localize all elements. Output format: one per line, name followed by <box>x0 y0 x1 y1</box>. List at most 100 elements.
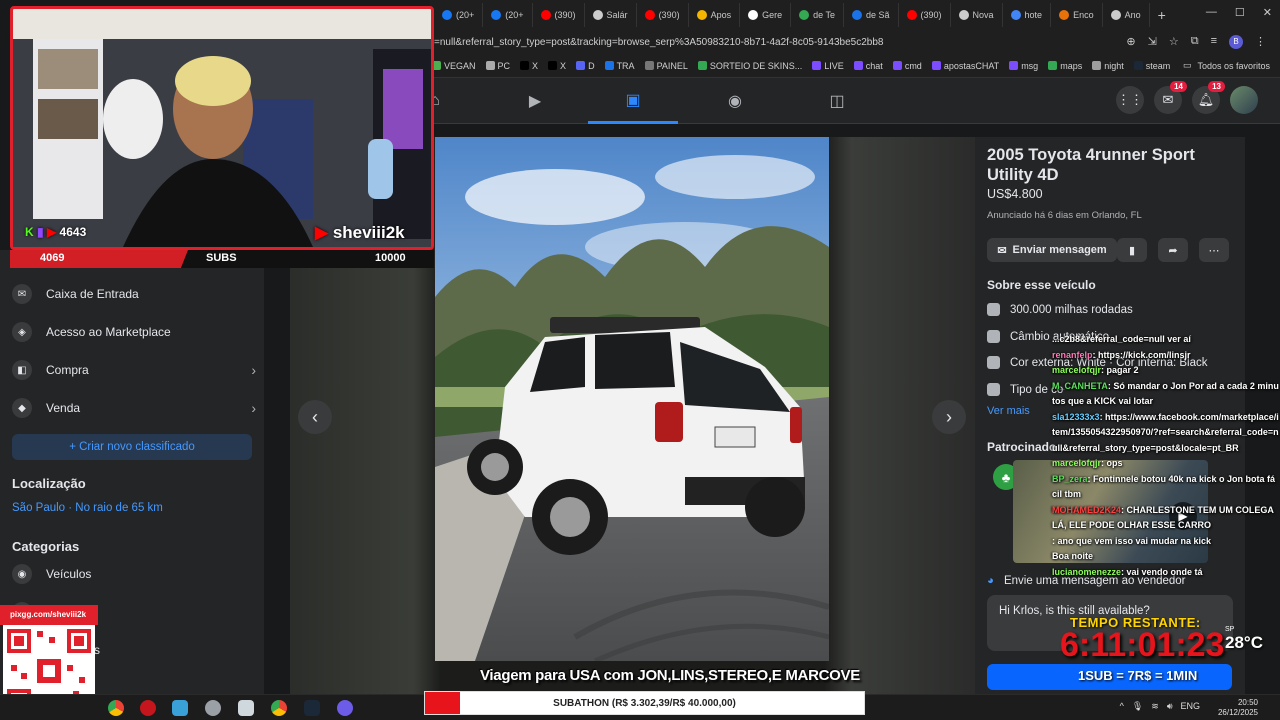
sidebar-item[interactable]: ✉ Caixa de Entrada <box>12 279 256 309</box>
category-item[interactable]: ◉ Veículos <box>12 559 256 589</box>
opera-icon[interactable] <box>140 700 156 716</box>
bookmark-favicon-icon <box>1009 61 1019 70</box>
browser-tab[interactable]: Enco <box>1051 3 1103 27</box>
reading-list-icon[interactable]: ≡ <box>1211 35 1217 49</box>
zoom-icon[interactable]: ⊕ <box>1126 35 1135 49</box>
save-listing-button[interactable]: ▮ <box>1117 238 1147 262</box>
bookmark-item[interactable]: cmd <box>892 61 922 71</box>
all-bookmarks-label: Todos os favoritos <box>1197 60 1270 71</box>
browser-tab[interactable]: Salár <box>585 3 637 27</box>
browser-tab[interactable]: (20+ <box>483 3 533 27</box>
sidebar-item[interactable]: ◈ Acesso ao Marketplace <box>12 317 256 347</box>
create-listing-button[interactable]: + Criar novo classificado <box>12 434 252 460</box>
bookmark-item[interactable]: msg <box>1009 61 1038 71</box>
listing-photo[interactable] <box>435 137 829 661</box>
files-app-icon[interactable] <box>172 700 188 716</box>
browser-tab[interactable]: Gere <box>740 3 792 27</box>
explorer-icon[interactable] <box>238 700 254 716</box>
browser-tab[interactable]: de Te <box>791 3 844 27</box>
minimize-icon[interactable]: — <box>1206 6 1217 19</box>
tab-favicon-icon <box>851 10 862 20</box>
browser-tab[interactable]: (390) <box>637 3 689 27</box>
groups-nav-icon[interactable]: ◉ <box>690 78 780 124</box>
tray-chevron-icon[interactable]: ^ <box>1120 701 1124 712</box>
chat-text: : vai vendo onde tá <box>1121 566 1203 577</box>
bookmark-item[interactable]: apostasCHAT <box>931 61 999 71</box>
bookmark-item[interactable]: TRA <box>604 61 635 71</box>
tab-label: (20+ <box>456 10 475 20</box>
next-image-button[interactable]: › <box>932 400 966 434</box>
browser-tab[interactable]: hote <box>1003 3 1052 27</box>
steam-icon[interactable] <box>304 700 320 716</box>
bookmark-item[interactable]: X <box>520 61 538 71</box>
bookmark-label: X <box>560 60 567 71</box>
bookmark-item[interactable]: VEGAN <box>432 61 476 71</box>
sidebar-item[interactable]: ◆ Venda › <box>12 393 256 423</box>
bookmark-label: LIVE <box>824 60 844 71</box>
bookmark-item[interactable]: maps <box>1048 61 1082 71</box>
more-options-button[interactable]: ⋯ <box>1199 238 1229 262</box>
browser-tab[interactable]: Nova <box>951 3 1003 27</box>
chrome-active-icon[interactable] <box>271 700 287 716</box>
extension-icon[interactable]: ⧉ <box>1191 35 1199 49</box>
see-more-link[interactable]: Ver mais <box>987 405 1030 417</box>
browser-tab[interactable]: Apos <box>689 3 741 27</box>
all-bookmarks-folder[interactable]: ▭ Todos os favoritos <box>1183 60 1280 71</box>
watch-nav-icon[interactable]: ▶ <box>490 78 580 124</box>
subs-goal-bar: 4069 SUBS 10000 <box>10 250 434 268</box>
bookmark-icon: ▮ <box>1128 244 1136 257</box>
sidebar-item[interactable]: ◧ Compra › <box>12 355 256 385</box>
marketplace-nav-icon[interactable]: ▣ <box>588 78 678 124</box>
volume-icon[interactable]: 🔊︎ <box>1167 701 1173 712</box>
share-listing-button[interactable]: ➦ <box>1158 238 1188 262</box>
bookmark-item[interactable]: chat <box>853 61 883 71</box>
gaming-nav-icon[interactable]: ◫ <box>792 78 882 124</box>
menu-dots-icon[interactable]: ⋮ <box>1255 35 1266 49</box>
new-tab-button[interactable]: + <box>1150 7 1174 23</box>
temperature: 28°C <box>1225 633 1263 652</box>
bookmark-item[interactable]: LIVE <box>812 61 844 71</box>
bookmark-item[interactable]: X <box>548 61 566 71</box>
microphone-icon[interactable]: 🎙︎ <box>1132 701 1143 712</box>
chat-username: lucianomenezze <box>1052 566 1122 577</box>
bookmark-item[interactable]: PC <box>485 61 510 71</box>
browser-tab[interactable]: (390) <box>533 3 585 27</box>
wifi-icon[interactable]: ≋ <box>1151 701 1159 712</box>
settings-app-icon[interactable] <box>205 700 221 716</box>
tab-label: (390) <box>920 10 942 20</box>
messenger-icon[interactable]: ✉ 14 <box>1154 81 1187 114</box>
language-indicator[interactable]: ENG <box>1180 701 1200 712</box>
profile-avatar[interactable]: B <box>1229 35 1243 49</box>
bookmark-item[interactable]: SORTEIO DE SKINS... <box>697 61 802 71</box>
chat-username: M_CANHETA <box>1052 380 1108 391</box>
bookmark-favicon-icon <box>1048 61 1058 70</box>
clock[interactable]: 20:50 26/12/2025 <box>1218 698 1258 718</box>
maximize-icon[interactable]: ☐ <box>1235 6 1245 19</box>
messenger-blue-icon: ◕ <box>987 575 994 587</box>
window-controls: — ☐ ✕ <box>1206 6 1272 19</box>
obs-icon[interactable] <box>337 700 353 716</box>
browser-tab[interactable]: de Sã <box>844 3 899 27</box>
bookmark-item[interactable]: steam <box>1133 61 1170 71</box>
bookmark-item[interactable]: night <box>1092 61 1124 71</box>
bookmark-favicon-icon <box>812 61 822 70</box>
previous-image-button[interactable]: ‹ <box>298 400 332 434</box>
more-dots-icon: ⋯ <box>1208 244 1220 257</box>
notifications-bell-icon[interactable]: 🔔︎ 13 <box>1192 81 1225 114</box>
browser-tab[interactable]: (20+ <box>434 3 484 27</box>
close-icon[interactable]: ✕ <box>1263 6 1272 19</box>
bookmark-item[interactable]: D <box>576 61 595 71</box>
inbox-icon: ✉ <box>12 284 32 304</box>
bookmark-star-icon[interactable]: ☆ <box>1169 35 1179 49</box>
url-field[interactable]: =null&referral_story_type=post&tracking=… <box>430 37 1126 48</box>
install-app-icon[interactable]: ⇲ <box>1148 35 1157 49</box>
chrome-icon[interactable] <box>108 700 124 716</box>
menu-grid-icon[interactable]: ⋮⋮ <box>1116 86 1144 114</box>
send-message-button[interactable]: ✉ Enviar mensagem <box>987 238 1117 262</box>
browser-tab[interactable]: Ano <box>1103 3 1150 27</box>
account-avatar[interactable] <box>1230 86 1258 114</box>
location-link[interactable]: São Paulo · No raio de 65 km <box>12 502 163 514</box>
browser-tab[interactable]: (390) <box>899 3 951 27</box>
kick-logo-icon: K <box>25 225 34 239</box>
bookmark-item[interactable]: PAINEL <box>644 61 688 71</box>
